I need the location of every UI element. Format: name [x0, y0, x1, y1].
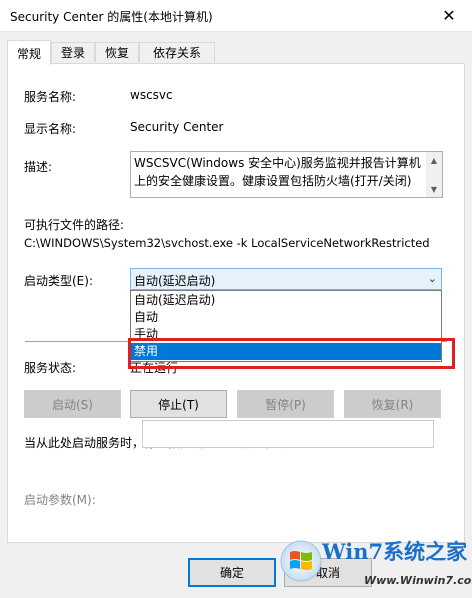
display-name-label: 显示名称:	[24, 122, 77, 136]
close-button[interactable]: ✕	[426, 0, 472, 31]
window-title: Security Center 的属性(本地计算机)	[10, 10, 213, 24]
exe-path-value: C:\WINDOWS\System32\svchost.exe -k Local…	[24, 236, 430, 250]
startup-type-label: 启动类型(E):	[24, 274, 93, 288]
description-scrollbar[interactable]: ▲ ▼	[426, 152, 442, 197]
startup-option-auto-delayed[interactable]: 自动(延迟启动)	[131, 292, 441, 309]
general-panel: 服务名称: wscsvc 显示名称: Security Center 描述: W…	[7, 63, 465, 543]
service-name-label: 服务名称:	[24, 90, 77, 104]
scroll-down-icon[interactable]: ▼	[426, 181, 442, 197]
start-params-input[interactable]	[142, 420, 434, 448]
title-bar: Security Center 的属性(本地计算机) ✕	[0, 0, 472, 32]
annotation-highlight	[128, 338, 455, 369]
scroll-up-icon[interactable]: ▲	[426, 152, 442, 168]
watermark: Win7系统之家 Www.Winwin7.com	[272, 530, 472, 598]
tab-general[interactable]: 常规	[7, 40, 51, 65]
description-box[interactable]: WSCSVC(Windows 安全中心)服务监视并报告计算机上的安全健康设置。健…	[130, 151, 443, 198]
service-status-label: 服务状态:	[24, 361, 77, 375]
startup-type-select[interactable]: 自动(延迟启动) ⌄	[130, 268, 442, 290]
watermark-url: Www.Winwin7.com	[364, 574, 472, 587]
start-params-label: 启动参数(M):	[24, 493, 96, 507]
startup-type-value: 自动(延迟启动)	[134, 274, 216, 288]
exe-path-label: 可执行文件的路径:	[24, 218, 125, 232]
tab-recovery[interactable]: 恢复	[95, 42, 139, 62]
close-icon: ✕	[442, 6, 456, 25]
pause-button[interactable]: 暂停(P)	[237, 390, 334, 418]
stop-button[interactable]: 停止(T)	[130, 390, 227, 418]
description-text: WSCSVC(Windows 安全中心)服务监视并报告计算机上的安全健康设置。健…	[134, 156, 421, 188]
start-button[interactable]: 启动(S)	[24, 390, 121, 418]
tab-dependencies[interactable]: 依存关系	[139, 42, 215, 62]
windows-logo-icon	[280, 540, 322, 582]
resume-button[interactable]: 恢复(R)	[344, 390, 441, 418]
description-label: 描述:	[24, 160, 53, 174]
startup-option-auto[interactable]: 自动	[131, 309, 441, 326]
service-name-value: wscsvc	[130, 88, 173, 102]
display-name-value: Security Center	[130, 120, 224, 134]
chevron-down-icon: ⌄	[427, 272, 437, 285]
ok-button[interactable]: 确定	[188, 558, 276, 587]
watermark-brand: Win7系统之家	[322, 539, 468, 564]
tab-logon[interactable]: 登录	[51, 42, 95, 62]
